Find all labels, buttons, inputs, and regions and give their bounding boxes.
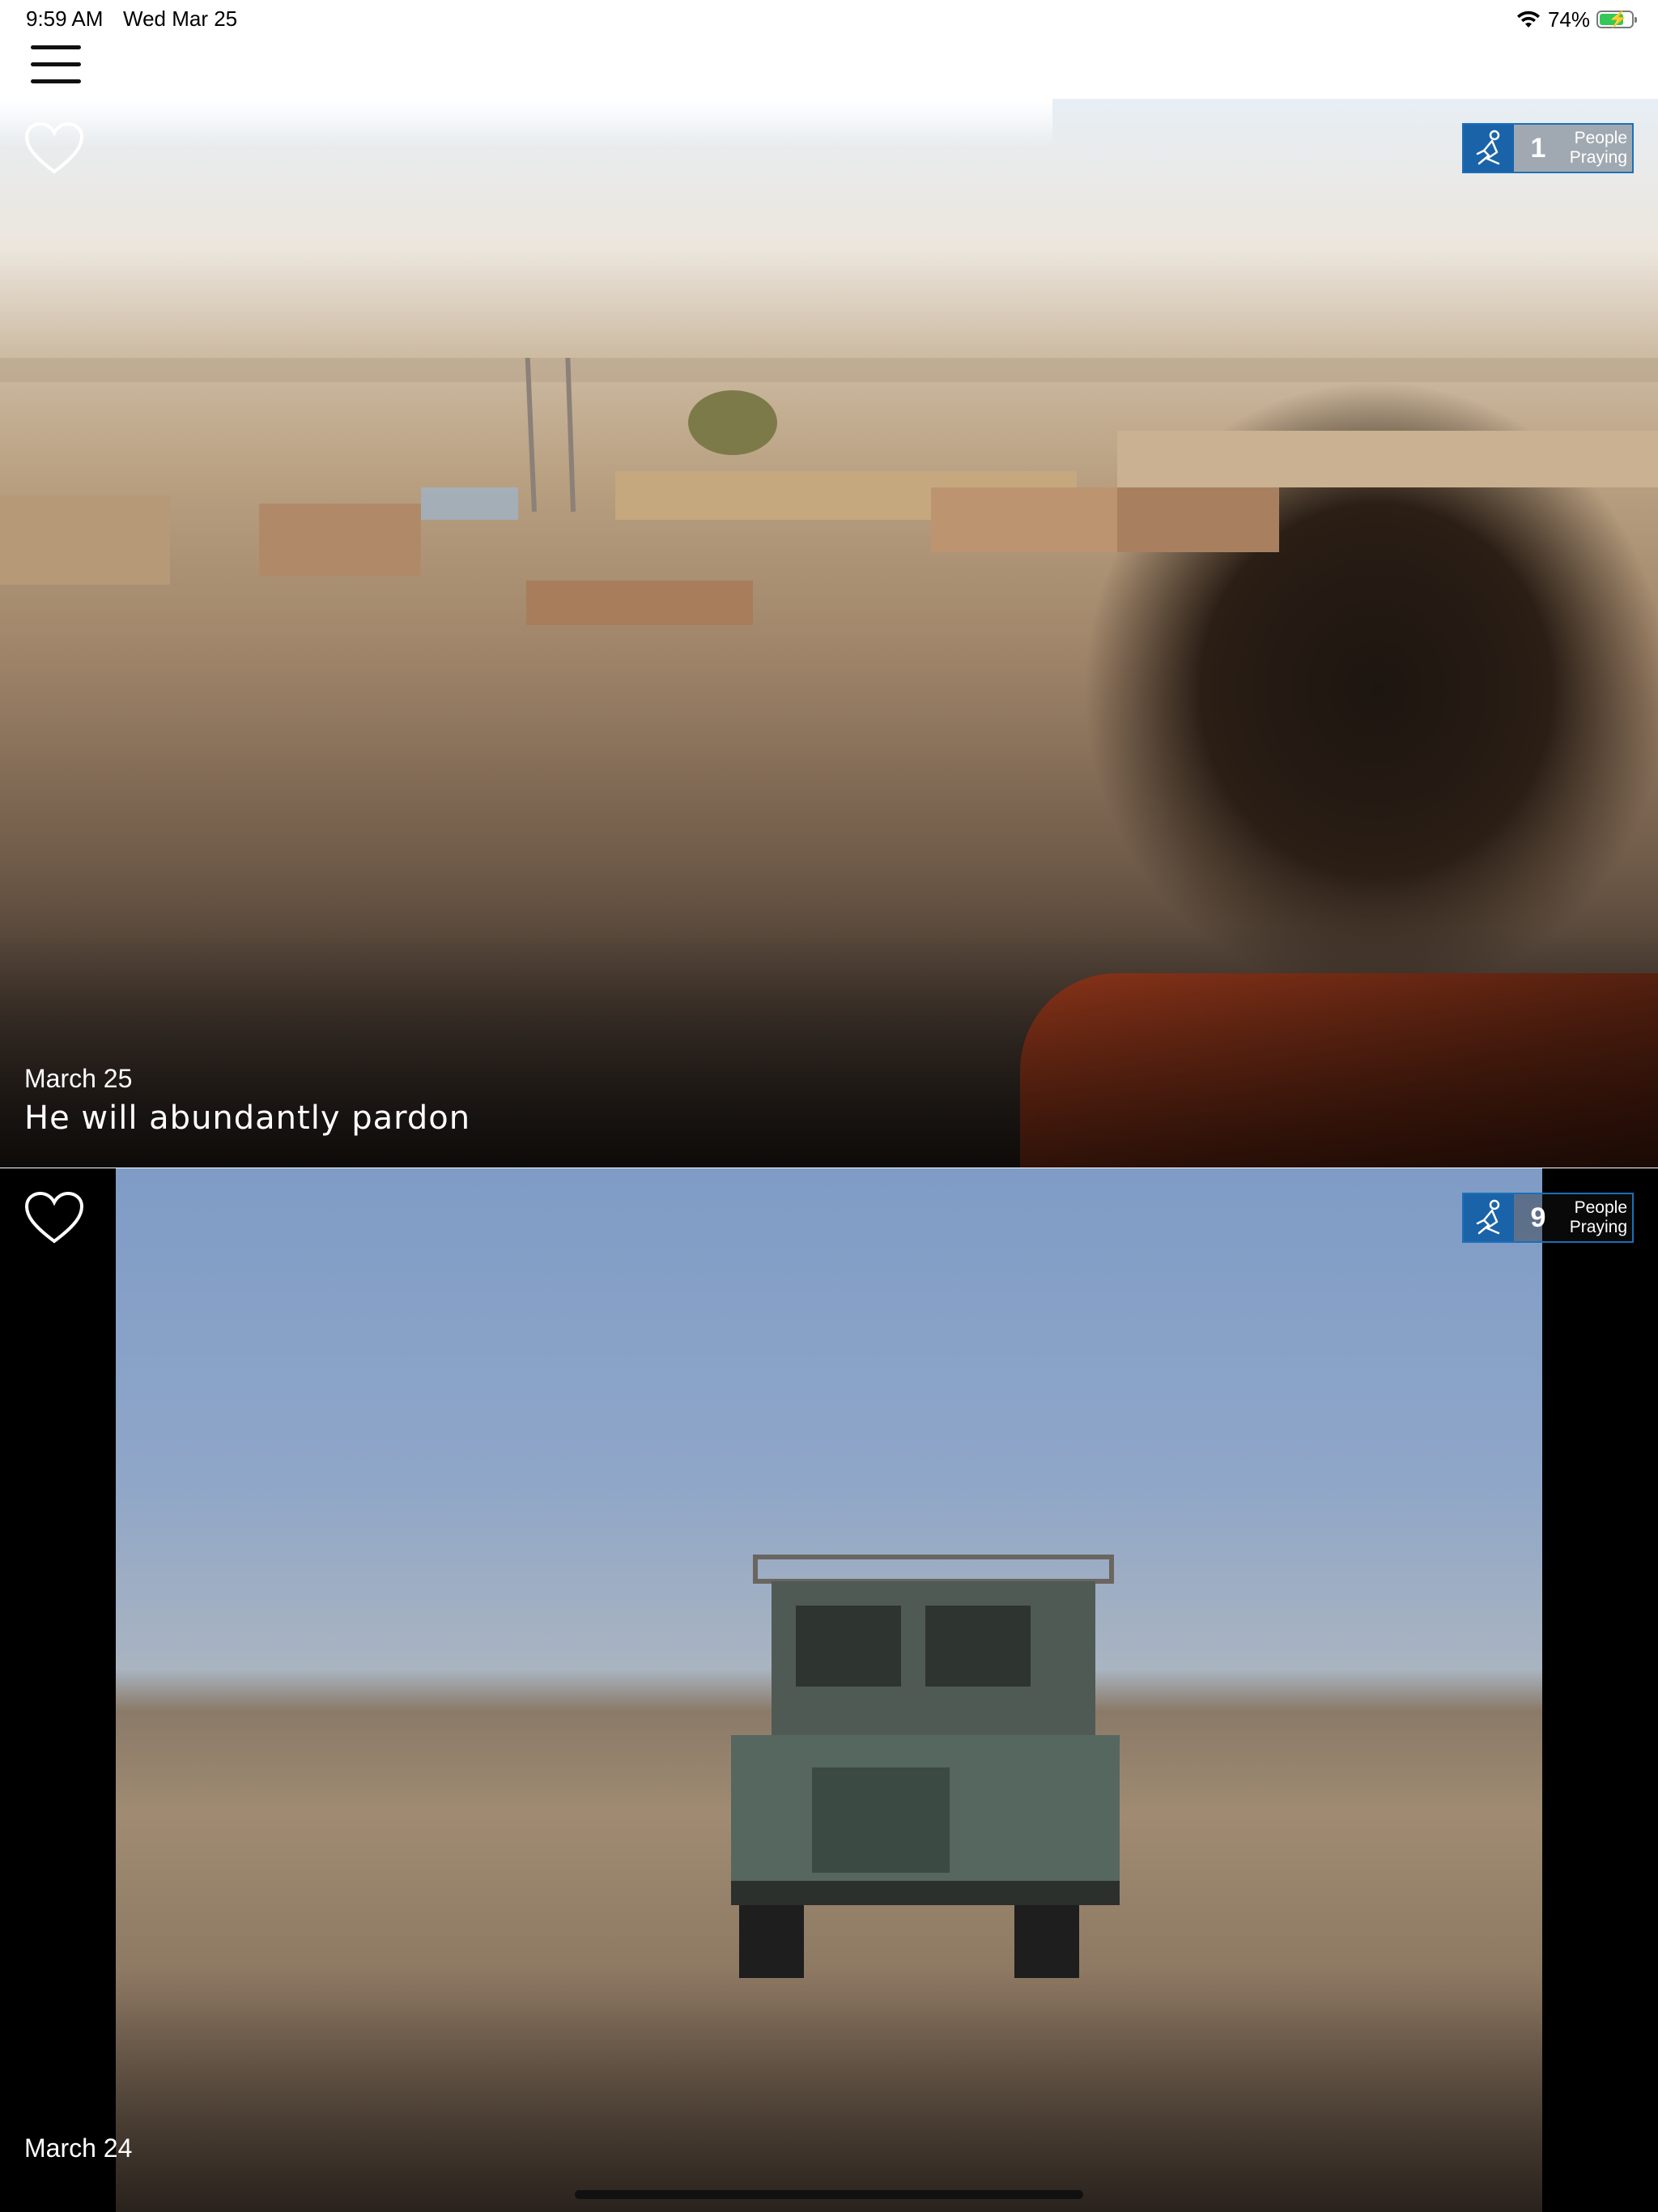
app-screen: 9:59 AM Wed Mar 25 74% ⚡ 1 People Prayin… <box>0 0 1658 2212</box>
card-date: March 24 <box>24 2133 133 2163</box>
battery-charging-icon: ⚡ <box>1596 11 1637 28</box>
battery-percent: 74% <box>1547 6 1590 32</box>
favorite-heart-icon[interactable] <box>24 1191 84 1244</box>
wifi-icon <box>1516 10 1541 29</box>
people-praying-badge[interactable]: 9 People Praying <box>1462 1193 1634 1243</box>
praying-person-icon <box>1464 1194 1514 1241</box>
people-praying-label: People Praying <box>1562 1194 1632 1241</box>
card-date: March 25 <box>24 1064 133 1093</box>
prayer-card[interactable]: 1 People Praying March 25 He will abunda… <box>0 99 1658 1168</box>
status-bar: 9:59 AM Wed Mar 25 74% ⚡ <box>0 0 1658 39</box>
status-date: Wed Mar 25 <box>123 6 238 31</box>
favorite-heart-icon[interactable] <box>24 121 84 175</box>
card-title: He will abundantly pardon <box>24 1100 471 1137</box>
hamburger-menu-icon[interactable] <box>31 42 83 87</box>
people-praying-count: 1 <box>1514 125 1562 172</box>
status-indicators: 74% ⚡ <box>1516 6 1637 32</box>
people-praying-badge[interactable]: 1 People Praying <box>1462 123 1634 173</box>
status-time: 9:59 AM <box>26 6 104 31</box>
people-praying-label-line1: People <box>1574 129 1627 147</box>
praying-person-icon <box>1464 125 1514 172</box>
home-indicator[interactable] <box>575 2190 1083 2199</box>
people-praying-label-line1: People <box>1574 1198 1627 1217</box>
people-praying-label-line2: Praying <box>1569 148 1627 167</box>
people-praying-label: People Praying <box>1562 125 1632 172</box>
people-praying-count: 9 <box>1514 1194 1562 1241</box>
prayer-card[interactable]: 9 People Praying March 24 <box>0 1168 1658 2212</box>
people-praying-label-line2: Praying <box>1569 1218 1627 1236</box>
